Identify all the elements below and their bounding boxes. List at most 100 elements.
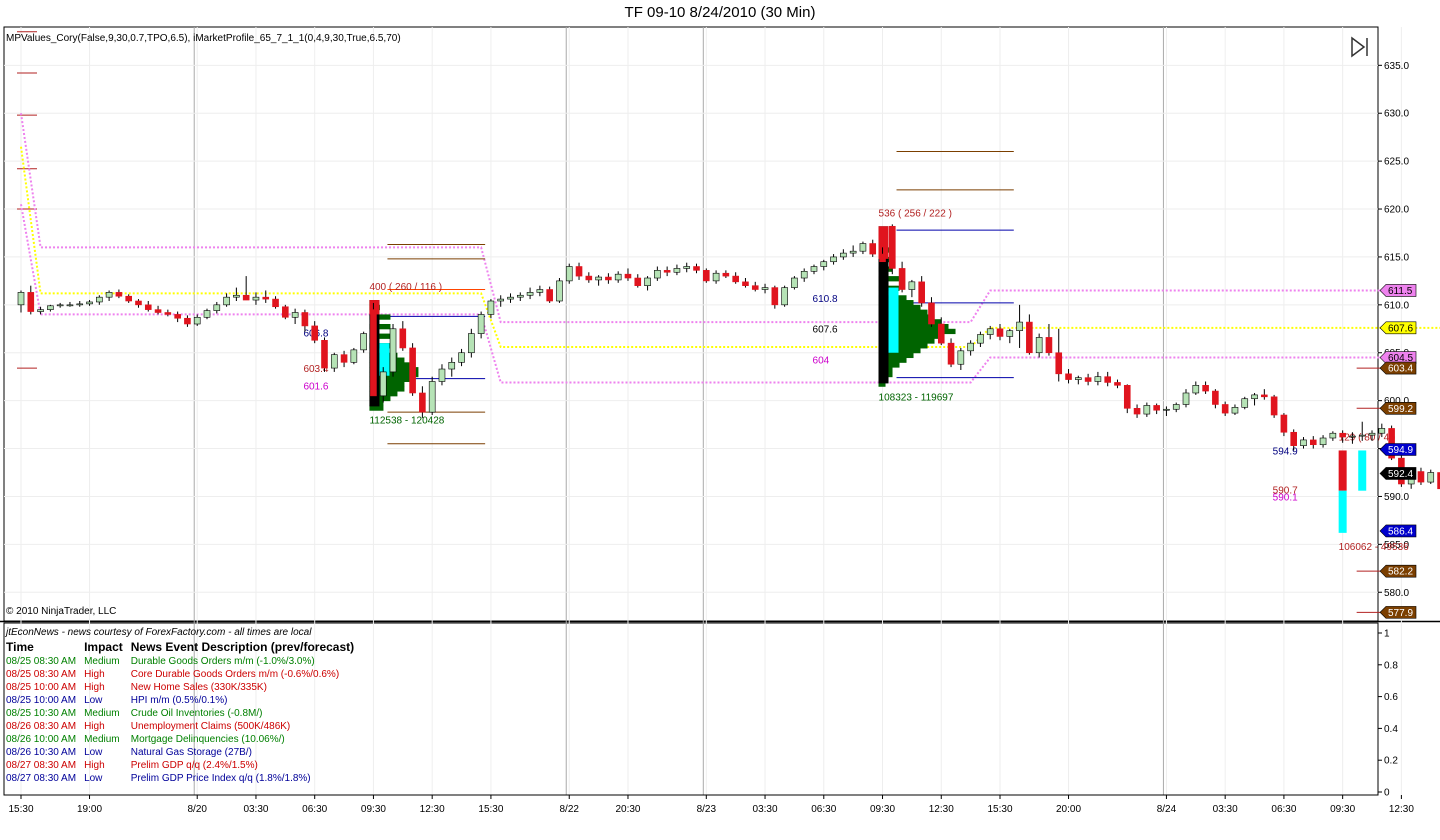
- news-source: jtEconNews - news courtesy of ForexFacto…: [6, 627, 312, 638]
- news-cell-desc: Durable Goods Orders m/m (-1.0%/3.0%): [130, 656, 315, 667]
- candle-body: [1270, 396, 1278, 416]
- candle-body: [1329, 432, 1337, 439]
- candle-body: [889, 225, 896, 269]
- news-row: 08/27 08:30 AM Low Prelim GDP Price Index …: [6, 772, 362, 785]
- profile-top-label: 400 ( 260 / 116 ): [369, 282, 442, 293]
- candle-body: [1221, 404, 1229, 414]
- candle-body: [164, 312, 172, 315]
- candle-body: [379, 371, 387, 397]
- candle-body: [1319, 437, 1327, 446]
- profile-bottom-label: 108323 - 119697: [879, 392, 954, 403]
- candle-body: [820, 261, 828, 267]
- x-tick-label: 03:30: [243, 804, 268, 815]
- candle-body: [233, 294, 240, 298]
- copyright-text: © 2010 NinjaTrader, LLC: [6, 606, 117, 617]
- candle-body: [399, 328, 407, 349]
- candle-body: [291, 312, 299, 318]
- candle-body: [1378, 428, 1386, 434]
- news-row: 08/25 08:30 AM Medium Durable Goods Orders…: [6, 655, 362, 668]
- profile-value-label: 610.8: [813, 294, 838, 305]
- candle-body: [1123, 385, 1131, 409]
- news-row: 08/26 08:30 AM High Unemployment Claims (5…: [6, 720, 362, 733]
- candle-body: [595, 276, 602, 281]
- candle-body: [370, 309, 377, 397]
- candle-body: [869, 243, 877, 255]
- candle-body: [663, 270, 671, 273]
- candle-body: [781, 287, 788, 306]
- price-marker-label: 603.4: [1388, 364, 1413, 375]
- candle-body: [693, 266, 700, 271]
- candle-body: [1280, 414, 1288, 433]
- indicator-y-tick-label: 0.4: [1384, 724, 1398, 735]
- price-marker-label: 577.9: [1388, 608, 1413, 619]
- news-cell-impact: Low: [84, 747, 103, 758]
- candle-body: [1290, 431, 1297, 446]
- candle-body: [546, 289, 553, 302]
- candle-body: [605, 276, 612, 281]
- profile-value-label: 590.1: [1273, 492, 1298, 503]
- candle-body: [389, 328, 397, 373]
- x-tick-label: 12:30: [929, 804, 954, 815]
- candle-body: [722, 272, 730, 277]
- news-row: 08/26 10:00 AM Medium Mortgage Delinquenci…: [6, 733, 362, 746]
- candle-body: [1172, 404, 1180, 410]
- candle-body: [957, 350, 965, 365]
- news-row: 08/26 10:30 AM Low Natural Gas Storage (27…: [6, 746, 362, 759]
- news-cell-desc: Natural Gas Storage (27B/): [130, 747, 252, 758]
- candle-body: [1241, 398, 1249, 408]
- candle-body: [311, 325, 319, 341]
- candle-body: [76, 303, 84, 306]
- x-tick-label: 8/20: [187, 804, 207, 815]
- candle-body: [272, 298, 279, 308]
- price-marker-label: 607.6: [1388, 323, 1413, 334]
- indicator-y-tick-label: 0.8: [1384, 660, 1398, 671]
- candle-body: [321, 339, 328, 369]
- x-tick-label: 15:30: [478, 804, 503, 815]
- candle-body: [428, 381, 436, 413]
- x-tick-label: 06:30: [302, 804, 327, 815]
- price-marker-label: 582.2: [1388, 567, 1413, 578]
- news-row: 08/25 10:30 AM Medium Crude Oil Inventorie…: [6, 707, 362, 720]
- candle-body: [37, 309, 44, 312]
- candle-body: [654, 270, 661, 279]
- play-icon[interactable]: [1349, 36, 1371, 58]
- candle-body: [751, 285, 759, 290]
- candle-body: [193, 316, 201, 325]
- x-tick-label: 03:30: [753, 804, 778, 815]
- candle-body: [585, 275, 593, 281]
- news-cell-time: 08/25 08:30 AM: [6, 669, 77, 680]
- session-open-bar: [1338, 450, 1347, 491]
- y-tick-label: 625.0: [1384, 157, 1409, 168]
- candle-body: [556, 280, 563, 302]
- news-cell-impact: Medium: [84, 734, 120, 745]
- x-tick-label: 19:00: [77, 804, 102, 815]
- candle-body: [184, 317, 191, 325]
- x-tick-label: 8/22: [560, 804, 580, 815]
- news-cell-time: 08/26 08:30 AM: [6, 721, 77, 732]
- candle-body: [732, 275, 739, 283]
- news-cell-impact: High: [84, 669, 105, 680]
- y-tick-label: 590.0: [1384, 492, 1409, 503]
- candle-body: [526, 292, 534, 296]
- profile-value-label: 604: [813, 355, 830, 366]
- candle-body: [340, 354, 348, 363]
- candle-body: [115, 292, 123, 297]
- candle-body: [879, 253, 886, 263]
- candle-body: [66, 304, 74, 307]
- candle-body: [419, 392, 426, 413]
- news-cell-time: 08/26 10:30 AM: [6, 747, 77, 758]
- news-row: 08/25 08:30 AM High Core Durable Goods Ord…: [6, 668, 362, 681]
- candle-body: [1251, 394, 1258, 400]
- indicator-y-tick-label: 0.2: [1384, 756, 1398, 767]
- candle-body: [282, 306, 289, 318]
- candle-body: [468, 333, 475, 354]
- indicator-y-tick-label: 1: [1384, 629, 1390, 640]
- x-tick-label: 12:30: [420, 804, 445, 815]
- x-tick-label: 20:00: [1056, 804, 1081, 815]
- candle-body: [898, 268, 906, 290]
- news-header-time: Time: [6, 640, 34, 654]
- candle-body: [742, 281, 749, 286]
- y-tick-label: 630.0: [1384, 109, 1409, 120]
- news-cell-desc: Crude Oil Inventories (-0.8M/): [130, 708, 263, 719]
- candle-body: [252, 296, 260, 301]
